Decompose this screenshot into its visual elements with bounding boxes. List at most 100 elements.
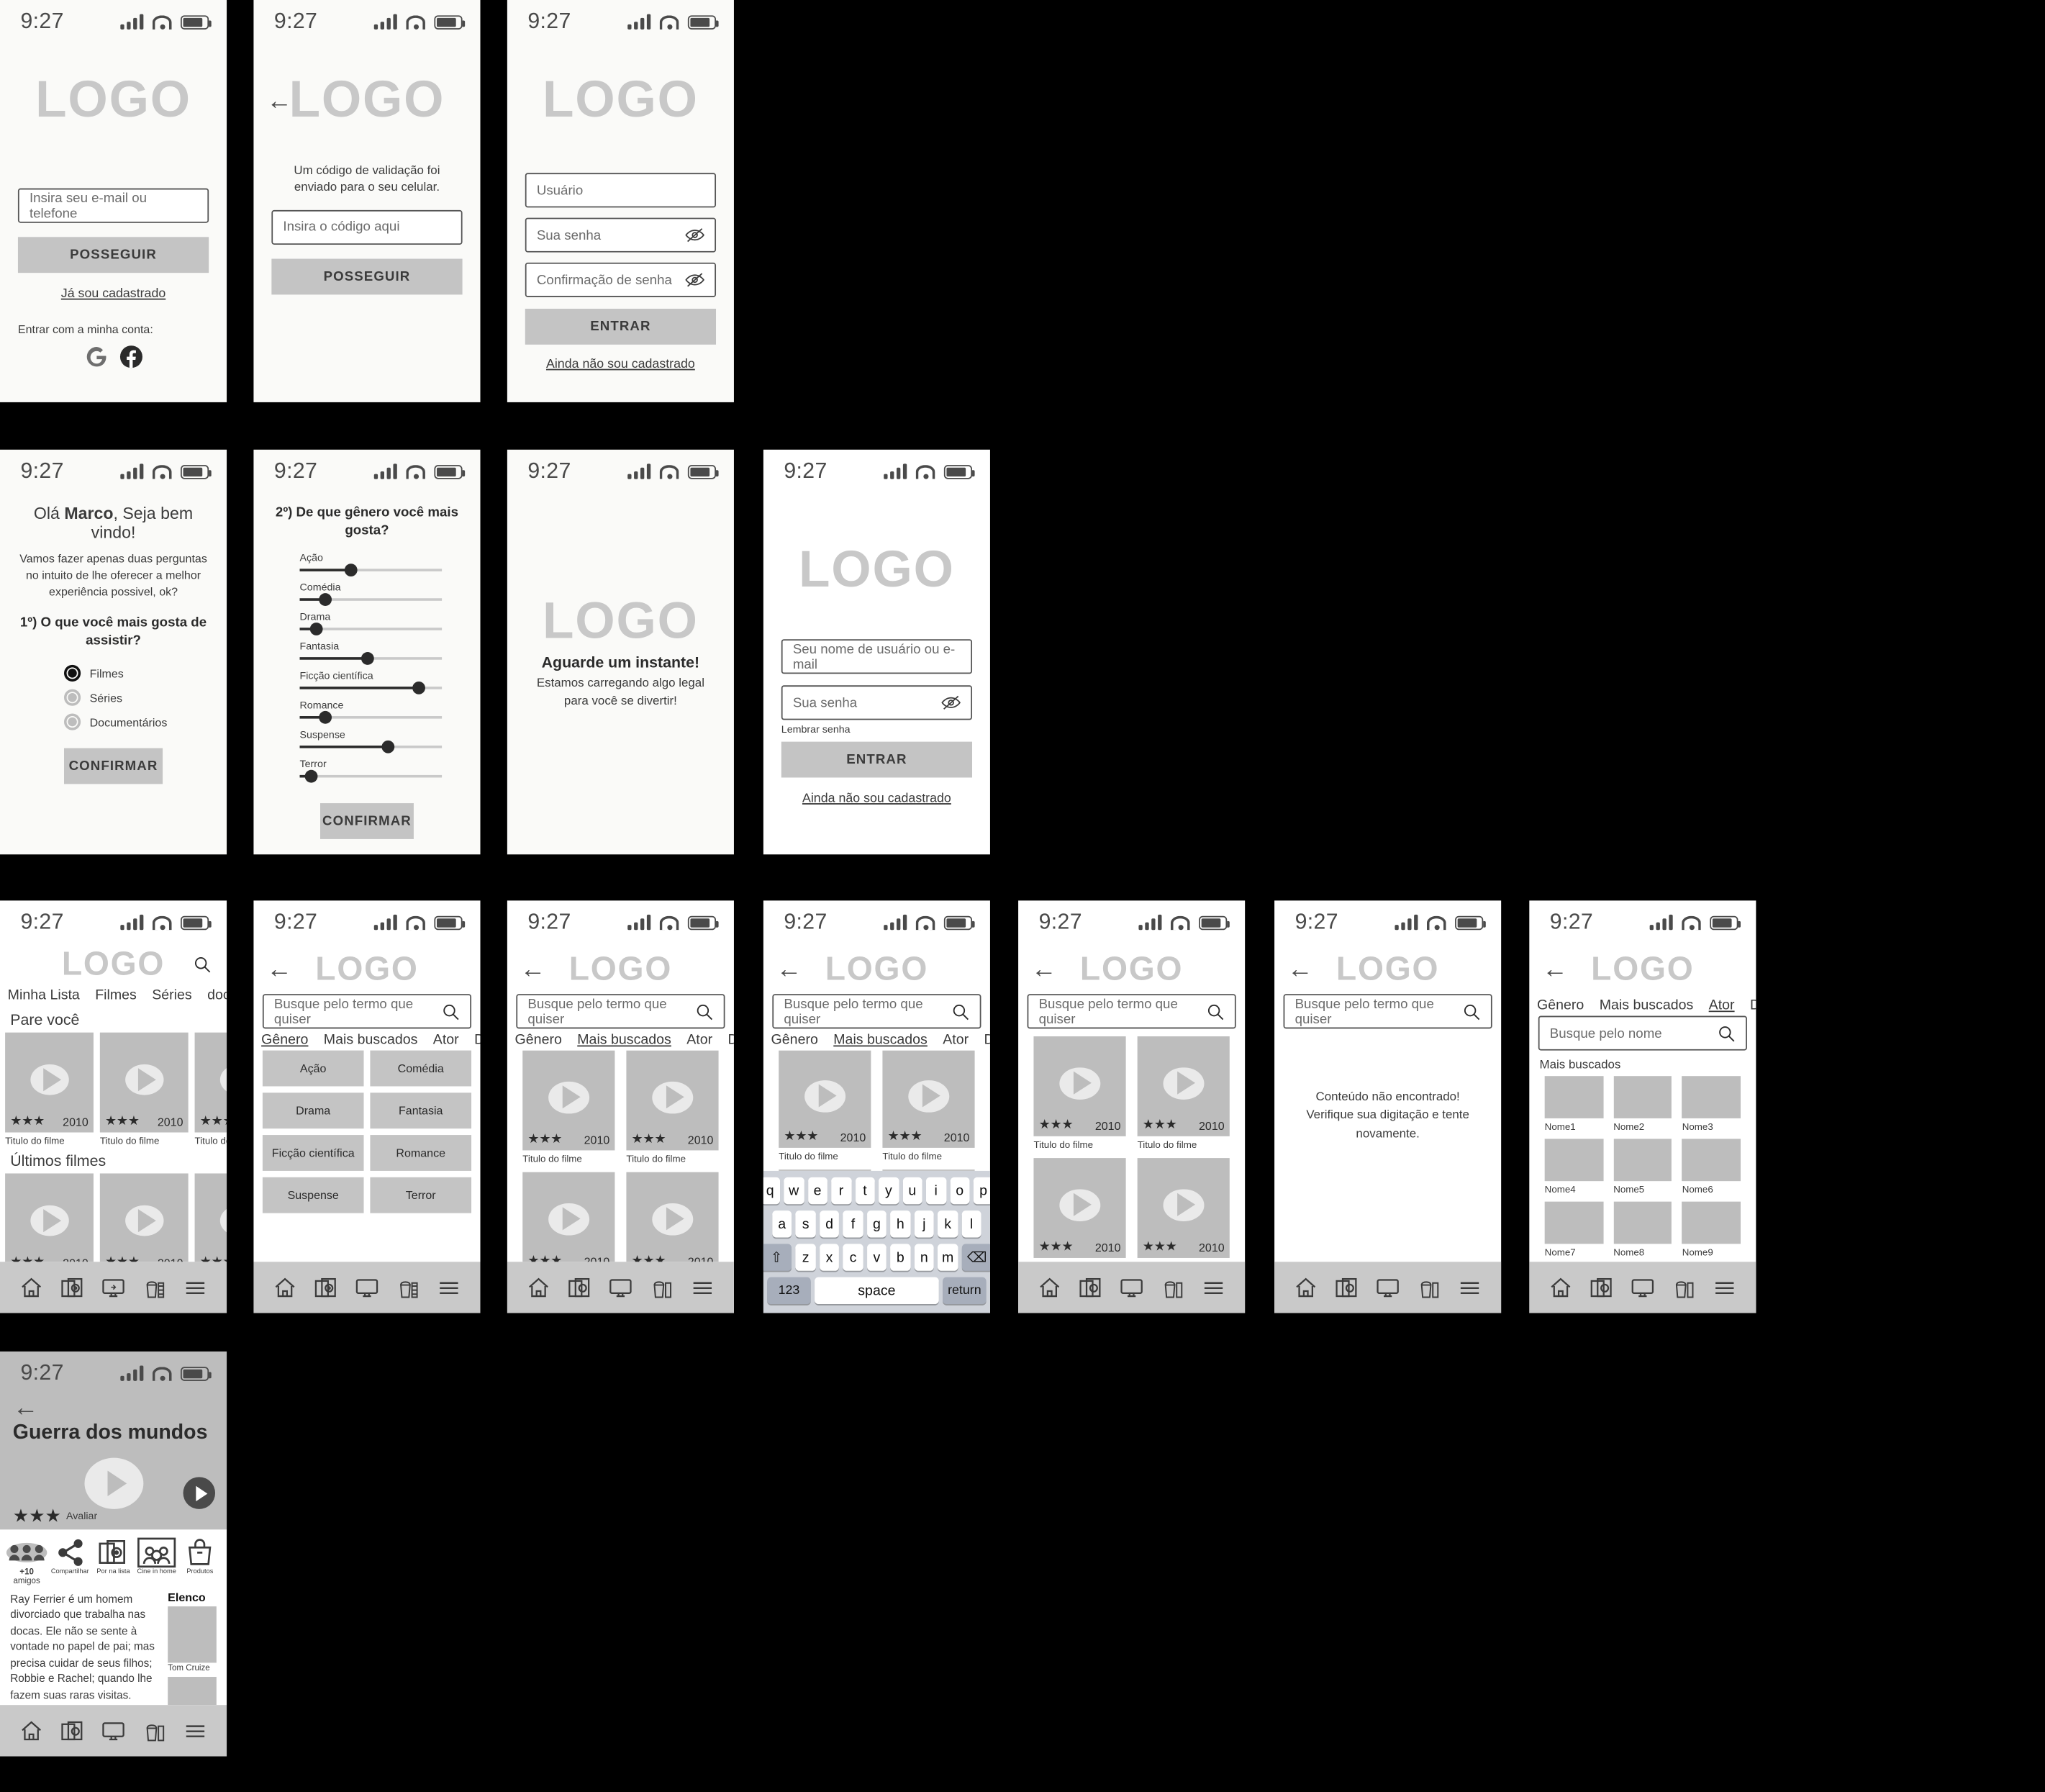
key-k[interactable]: k (938, 1210, 958, 1238)
key-g[interactable]: g (866, 1210, 887, 1238)
key-a[interactable]: a (771, 1210, 792, 1238)
search-icon[interactable] (442, 1003, 460, 1021)
nav-snacks-icon[interactable] (140, 1275, 168, 1300)
actor-card[interactable]: Nome4 (1544, 1139, 1603, 1195)
nav-screen-icon[interactable] (353, 1275, 381, 1300)
movie-card[interactable]: ★★★2010Titulo do filme (522, 1172, 615, 1262)
email-or-phone-input[interactable]: Insira seu e-mail ou telefone (17, 188, 209, 223)
movie-card[interactable]: ★★★2010 Titulo do filme (194, 1173, 227, 1262)
friends-action[interactable]: +10 amigos (6, 1534, 47, 1586)
genre-button-suspense[interactable]: Suspense (262, 1177, 364, 1213)
cine-in-home-action[interactable]: Cine in home (136, 1534, 176, 1585)
nav-menu-icon[interactable] (435, 1275, 463, 1300)
shift-key[interactable]: ⇧ (763, 1244, 792, 1271)
slider-track[interactable] (299, 711, 443, 725)
space-key[interactable]: space (815, 1277, 939, 1305)
movie-card[interactable]: ★★★2010Titulo do filme (1033, 1036, 1126, 1150)
slider-track[interactable] (299, 623, 443, 636)
hero-play-icon[interactable] (83, 1458, 143, 1510)
key-v[interactable]: v (866, 1244, 887, 1271)
tab-mais-buscados[interactable]: Mais buscados (577, 1033, 671, 1048)
slider-terror[interactable]: Terror (299, 759, 443, 784)
slider-track[interactable] (299, 652, 443, 666)
slider-track[interactable] (299, 564, 443, 577)
key-f[interactable]: f (843, 1210, 863, 1238)
backspace-key[interactable]: ⌫ (961, 1244, 990, 1271)
enter-button[interactable]: ENTRAR (781, 741, 973, 778)
key-l[interactable]: l (961, 1210, 981, 1238)
movie-stars[interactable]: ★★★ (13, 1506, 61, 1527)
nav-menu-icon[interactable] (1456, 1275, 1484, 1300)
nav-home-icon[interactable] (17, 1275, 45, 1300)
add-to-list-action[interactable]: Por na lista (93, 1534, 133, 1585)
back-arrow-icon[interactable]: ← (266, 88, 292, 114)
tab-documentarios[interactable]: documentários (207, 987, 227, 1003)
numbers-key[interactable]: 123 (767, 1277, 811, 1305)
back-arrow-icon[interactable]: ← (266, 956, 292, 982)
not-registered-link[interactable]: Ainda não sou cadastrado (525, 358, 716, 372)
nav-mylist-icon[interactable] (58, 1718, 86, 1744)
toggle-password-visibility-icon[interactable] (685, 227, 704, 243)
password-input[interactable]: Sua senha (525, 217, 717, 253)
key-t[interactable]: t (855, 1177, 875, 1205)
key-s[interactable]: s (795, 1210, 816, 1238)
search-input[interactable]: Busque pelo termo que quiser (772, 994, 981, 1029)
key-b[interactable]: b (890, 1244, 911, 1271)
share-action[interactable]: Compartilhar (50, 1534, 90, 1585)
nav-screen-icon[interactable] (99, 1718, 127, 1744)
actor-card[interactable]: Nome2 (1613, 1076, 1672, 1133)
tab-diretor[interactable]: Diretor (1750, 998, 1756, 1013)
movie-card[interactable]: ★★★2010Titulo do filme (1033, 1158, 1126, 1262)
nav-screen-icon[interactable] (99, 1275, 127, 1300)
nav-screen-icon[interactable] (1628, 1275, 1656, 1300)
movie-card[interactable] (882, 1169, 975, 1171)
slider-suspense[interactable]: Suspense (299, 729, 443, 754)
search-input[interactable]: Busque pelo termo que quiser (516, 994, 725, 1029)
nav-screen-icon[interactable] (1374, 1275, 1402, 1300)
search-icon[interactable] (194, 955, 212, 973)
slider-comedia[interactable]: Comédia (299, 582, 443, 607)
confirm-password-input[interactable]: Confirmação de senha (525, 262, 717, 297)
slider-track[interactable] (299, 593, 443, 607)
cast-member[interactable]: Tom Cruize (168, 1606, 217, 1673)
key-i[interactable]: i (925, 1177, 946, 1205)
key-c[interactable]: c (843, 1244, 863, 1271)
tab-ator[interactable]: Ator (686, 1033, 712, 1048)
continue-button[interactable]: POSSEGUIR (17, 237, 209, 273)
key-z[interactable]: z (795, 1244, 816, 1271)
nav-mylist-icon[interactable] (565, 1275, 593, 1300)
tab-diretor[interactable]: Diretor (474, 1033, 480, 1048)
login-username-input[interactable]: Seu nome de usuário ou e-mail (781, 639, 973, 674)
key-r[interactable]: r (831, 1177, 851, 1205)
products-action[interactable]: Produtos (180, 1534, 220, 1585)
nav-snacks-icon[interactable] (648, 1275, 676, 1300)
nav-screen-icon[interactable] (607, 1275, 635, 1300)
back-arrow-icon[interactable]: ← (776, 956, 802, 982)
slider-drama[interactable]: Drama (299, 612, 443, 636)
tab-mais-buscados[interactable]: Mais buscados (1600, 998, 1694, 1013)
tab-genero[interactable]: Gênero (261, 1033, 308, 1048)
search-icon[interactable] (1207, 1003, 1225, 1021)
back-arrow-icon[interactable]: ← (1287, 956, 1313, 982)
already-registered-link[interactable]: Já sou cadastrado (18, 287, 209, 302)
tab-minha-lista[interactable]: Minha Lista (8, 987, 80, 1003)
actor-card[interactable]: Nome1 (1544, 1076, 1603, 1133)
slider-romance[interactable]: Romance (299, 700, 443, 725)
nav-snacks-icon[interactable] (1670, 1275, 1698, 1300)
tab-ator[interactable]: Ator (433, 1033, 459, 1048)
nav-mylist-icon[interactable] (312, 1275, 340, 1300)
tab-genero[interactable]: Gênero (771, 1033, 818, 1048)
search-icon[interactable] (952, 1003, 970, 1021)
nav-menu-icon[interactable] (1200, 1275, 1228, 1300)
rate-label[interactable]: Avaliar (66, 1511, 97, 1522)
radio-option-series[interactable]: Séries (64, 689, 212, 707)
genre-button-romance[interactable]: Romance (370, 1135, 472, 1171)
tab-diretor[interactable]: Diretor (984, 1033, 990, 1048)
nav-menu-icon[interactable] (689, 1275, 717, 1300)
nav-home-icon[interactable] (1546, 1275, 1574, 1300)
search-input[interactable]: Busque pelo termo que quiser (1283, 994, 1492, 1029)
nav-snacks-icon[interactable] (1158, 1275, 1187, 1300)
movie-card[interactable]: ★★★2010 Titulo do filme (194, 1032, 227, 1146)
movie-card[interactable]: ★★★2010Titulo do filme (882, 1050, 975, 1162)
movie-card[interactable]: ★★★2010 Titulo do filme (5, 1032, 94, 1146)
